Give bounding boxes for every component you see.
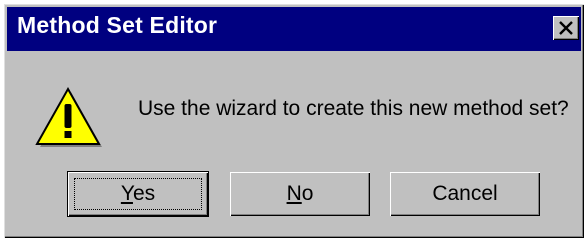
no-button[interactable]: No [230, 172, 370, 216]
window-title: Method Set Editor [17, 12, 218, 38]
yes-button-label: Yes [120, 182, 156, 205]
no-button-label: No [286, 182, 314, 205]
close-icon [559, 21, 573, 35]
cancel-button-label: Cancel [432, 182, 498, 205]
dialog-message: Use the wizard to create this new method… [138, 97, 569, 120]
title-bar[interactable]: Method Set Editor [7, 7, 581, 51]
cancel-button[interactable]: Cancel [390, 172, 540, 216]
yes-button[interactable]: Yes [68, 172, 208, 216]
dialog-window: Method Set Editor Use the wizard to crea… [4, 4, 584, 238]
close-button[interactable] [553, 16, 579, 40]
warning-icon [35, 86, 102, 147]
